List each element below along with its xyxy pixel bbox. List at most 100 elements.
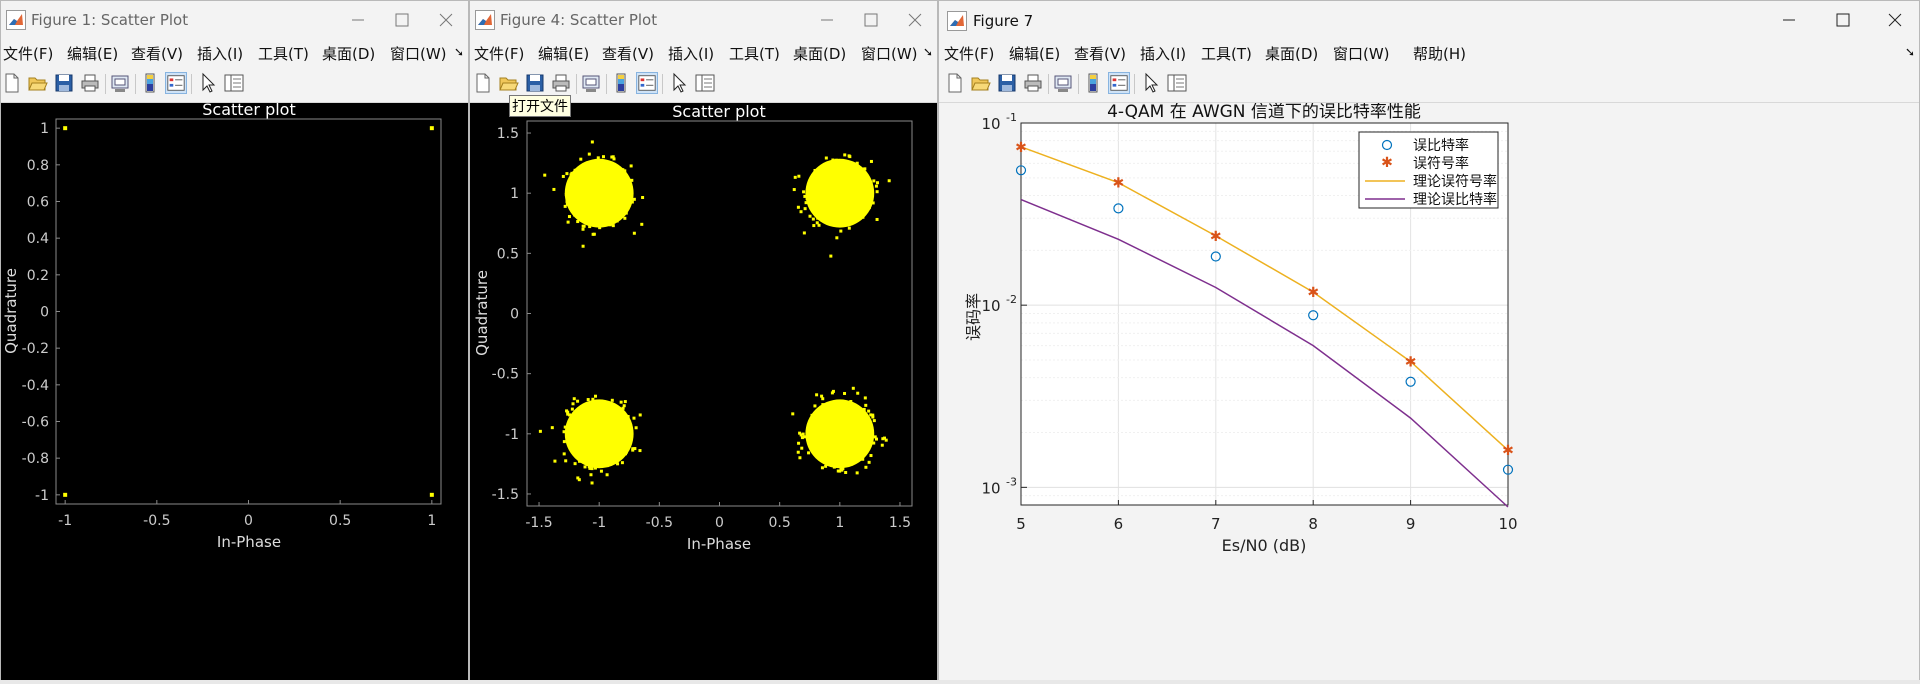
menu-tools[interactable]: 工具(T) bbox=[258, 43, 309, 64]
scatter-point bbox=[808, 214, 812, 218]
menu-desktop[interactable]: 桌面(D) bbox=[322, 43, 375, 64]
menu-file[interactable]: 文件(F) bbox=[3, 43, 53, 64]
x-axis-label: In-Phase bbox=[217, 533, 281, 551]
scatter-point bbox=[867, 431, 871, 435]
maximize-button[interactable] bbox=[1821, 5, 1865, 35]
edit-plot-pointer-icon[interactable] bbox=[668, 72, 690, 94]
legend-icon[interactable] bbox=[165, 72, 187, 94]
scatter-point bbox=[577, 430, 581, 434]
link-plot-icon[interactable] bbox=[109, 72, 131, 94]
menu-file[interactable]: 文件(F) bbox=[944, 43, 994, 64]
open-file-icon[interactable] bbox=[498, 72, 520, 94]
menu-edit[interactable]: 编辑(E) bbox=[1009, 43, 1060, 64]
scatter-point bbox=[591, 199, 595, 203]
open-file-icon[interactable] bbox=[970, 72, 992, 94]
scatter-point bbox=[630, 200, 634, 204]
title-bar[interactable]: Figure 1: Scatter Plot bbox=[1, 1, 468, 39]
figure1-window[interactable]: Figure 1: Scatter Plot 文件(F) 编辑(E) 查看(V)… bbox=[0, 0, 469, 684]
scatter-point bbox=[588, 183, 592, 187]
legend-icon[interactable] bbox=[1108, 72, 1130, 94]
scatter-point bbox=[845, 214, 849, 218]
y-tick-label: -1 bbox=[505, 427, 519, 443]
scatter-point bbox=[608, 198, 612, 202]
save-icon[interactable] bbox=[524, 72, 546, 94]
scatter-point bbox=[608, 410, 612, 414]
print-icon[interactable] bbox=[1022, 72, 1044, 94]
scatter-point bbox=[822, 444, 826, 448]
scatter-point bbox=[577, 447, 581, 451]
menu-file[interactable]: 文件(F) bbox=[474, 43, 524, 64]
menu-overflow-icon[interactable]: ➘ bbox=[923, 45, 933, 59]
maximize-button[interactable] bbox=[380, 5, 424, 35]
close-button[interactable] bbox=[893, 5, 937, 35]
menu-overflow-icon[interactable]: ➘ bbox=[1905, 45, 1915, 59]
scatter-point bbox=[552, 187, 556, 191]
scatter-point bbox=[849, 455, 853, 459]
minimize-button[interactable] bbox=[1767, 5, 1811, 35]
menu-edit[interactable]: 编辑(E) bbox=[67, 43, 118, 64]
edit-plot-pointer-icon[interactable] bbox=[197, 72, 219, 94]
scatter-point bbox=[833, 180, 837, 184]
close-button[interactable] bbox=[424, 5, 468, 35]
menu-help[interactable]: 帮助(H) bbox=[1413, 43, 1466, 64]
property-inspector-icon[interactable] bbox=[1166, 72, 1188, 94]
figure7-window[interactable]: Figure 7 文件(F) 编辑(E) 查看(V) 插入(I) 工具(T) 桌… bbox=[938, 0, 1920, 684]
title-bar[interactable]: Figure 4: Scatter Plot bbox=[470, 1, 937, 39]
scatter-point bbox=[641, 196, 645, 200]
legend-icon[interactable] bbox=[636, 72, 658, 94]
scatter-point bbox=[575, 207, 579, 211]
close-button[interactable] bbox=[1873, 5, 1917, 35]
menu-insert[interactable]: 插入(I) bbox=[668, 43, 714, 64]
colorbar-icon[interactable] bbox=[610, 72, 632, 94]
menu-view[interactable]: 查看(V) bbox=[602, 43, 654, 64]
menu-view[interactable]: 查看(V) bbox=[131, 43, 183, 64]
new-figure-icon[interactable] bbox=[944, 72, 966, 94]
menu-edit[interactable]: 编辑(E) bbox=[538, 43, 589, 64]
scatter-point bbox=[613, 171, 617, 175]
maximize-button[interactable] bbox=[849, 5, 893, 35]
new-figure-icon[interactable] bbox=[1, 72, 23, 94]
scatter-point bbox=[592, 437, 596, 441]
menu-overflow-icon[interactable]: ➘ bbox=[454, 45, 464, 59]
scatter-point bbox=[857, 193, 861, 197]
link-plot-icon[interactable] bbox=[1052, 72, 1074, 94]
menu-insert[interactable]: 插入(I) bbox=[1140, 43, 1186, 64]
scatter-point bbox=[632, 197, 636, 201]
link-plot-icon[interactable] bbox=[580, 72, 602, 94]
minimize-button[interactable] bbox=[336, 5, 380, 35]
scatter-point bbox=[834, 416, 838, 420]
y-tick-label: 1.5 bbox=[497, 126, 519, 142]
menu-window[interactable]: 窗口(W) bbox=[390, 43, 447, 64]
colorbar-icon[interactable] bbox=[139, 72, 161, 94]
taskbar-edge bbox=[0, 680, 1920, 684]
menu-view[interactable]: 查看(V) bbox=[1074, 43, 1126, 64]
save-icon[interactable] bbox=[53, 72, 75, 94]
legend[interactable]: 误比特率 ✱ 误符号率 理论误符号率 理论误比特率 bbox=[1358, 131, 1499, 209]
edit-plot-pointer-icon[interactable] bbox=[1140, 72, 1162, 94]
menu-insert[interactable]: 插入(I) bbox=[197, 43, 243, 64]
property-inspector-icon[interactable] bbox=[223, 72, 245, 94]
scatter-point bbox=[609, 438, 613, 442]
title-bar[interactable]: Figure 7 bbox=[939, 1, 1919, 39]
scatter-point bbox=[845, 176, 849, 180]
new-figure-icon[interactable] bbox=[472, 72, 494, 94]
scatter-point bbox=[572, 397, 576, 401]
menu-desktop[interactable]: 桌面(D) bbox=[793, 43, 846, 64]
open-file-icon[interactable] bbox=[27, 72, 49, 94]
save-icon[interactable] bbox=[996, 72, 1018, 94]
scatter-point bbox=[819, 446, 823, 450]
menu-tools[interactable]: 工具(T) bbox=[729, 43, 780, 64]
print-icon[interactable] bbox=[550, 72, 572, 94]
y-tick-exponent: -1 bbox=[1006, 111, 1017, 124]
print-icon[interactable] bbox=[79, 72, 101, 94]
menu-window[interactable]: 窗口(W) bbox=[861, 43, 918, 64]
minimize-button[interactable] bbox=[805, 5, 849, 35]
menu-desktop[interactable]: 桌面(D) bbox=[1265, 43, 1318, 64]
chart-title: Scatter plot bbox=[672, 103, 765, 121]
colorbar-icon[interactable] bbox=[1082, 72, 1104, 94]
menu-window[interactable]: 窗口(W) bbox=[1333, 43, 1390, 64]
figure4-window[interactable]: Figure 4: Scatter Plot 文件(F) 编辑(E) 查看(V)… bbox=[469, 0, 938, 684]
menu-tools[interactable]: 工具(T) bbox=[1201, 43, 1252, 64]
scatter-point bbox=[825, 204, 829, 208]
property-inspector-icon[interactable] bbox=[694, 72, 716, 94]
